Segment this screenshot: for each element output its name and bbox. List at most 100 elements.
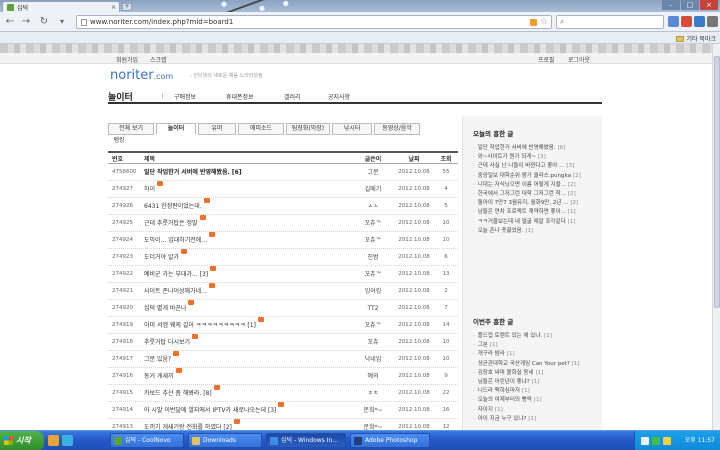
site-logo[interactable]: noriter.com [110,68,173,83]
row-author[interactable]: 잉어킹 [356,283,390,300]
popular-post-link[interactable]: 니드라 맥하심마저[1] [473,387,599,396]
tab-video-music[interactable]: 동영상/음악 [374,123,420,135]
table-row[interactable]: 274920 십덕 볕게 바꾼나 TT2 2012.10.08 7 [108,300,458,317]
tray-icon[interactable] [652,437,660,445]
nav-item-notice[interactable]: 공지사항 [328,92,350,101]
row-title-link[interactable]: 추룻거탑 다시보기 [144,334,354,351]
row-author[interactable]: TT2 [356,300,390,317]
table-row[interactable]: 274926 6431 한정판이었는데. ㅅㅅ 2012.10.08 5 [108,198,458,215]
table-row[interactable]: 274924 도믹이... 입대하기전에... 꼬츄™ 2012.10.08 10 [108,232,458,249]
row-author[interactable]: 꼬츄™ [356,317,390,334]
taskbar-item-coolnovo[interactable]: 십덕 - CoolNovo [110,433,184,448]
row-author[interactable]: 길메기 [356,181,390,198]
table-row[interactable]: 274923 도더거야 알가 진범 2012.10.08 6 [108,249,458,266]
popular-post-link[interactable]: 오늘의 여제부터의 빵력[1] [473,396,599,405]
address-url[interactable]: www.noriter.com/index.php?mid=board1 [90,18,527,26]
popular-post-link[interactable]: 아이 지금 누구 있냐?[1] [473,415,599,424]
address-bar[interactable]: www.noriter.com/index.php?mid=board1 ☆ [76,15,552,29]
table-row[interactable]: 274915 카보드 추산 좀 해봐라. [8] ㅊㅊ 2012.10.08 22 [108,385,458,402]
taskbar-item-downloads[interactable]: Downloads [188,433,262,448]
nav-home[interactable]: 놀이터 [108,90,133,103]
tray-icon[interactable] [641,437,649,445]
rss-icon[interactable] [529,18,537,26]
popular-post-link[interactable]: 남들은 연차 프로젝트 계약하면 좋아...[1] [473,208,599,217]
popular-post-link[interactable]: 와~사이트가 뭔가 되게~[3] [473,153,599,162]
page-scrollbar[interactable] [712,44,720,430]
browser-search-input[interactable]: ⌕ [556,15,664,29]
tab-all[interactable]: 전체 보기 [108,123,154,135]
table-row[interactable]: 274927 하이 길메기 2012.10.08 4 [108,181,458,198]
popular-post-link[interactable]: ㅋㅋ거울보는데 내 얼굴 레알 조각같다[1] [473,218,599,227]
tab-playground[interactable]: 놀이터 [156,123,196,135]
table-row[interactable]: 274921 사이트 존나이상해가네... 잉어킹 2012.10.08 2 [108,283,458,300]
row-title-link[interactable]: 동거 게새끼 [144,368,354,385]
popular-post-link[interactable]: 김장호 싸며 볼화실 동네[1] [473,369,599,378]
scrap-link[interactable]: 스크랩 [150,55,167,64]
back-button[interactable]: ← [4,16,16,28]
row-title-link[interactable]: 예비군 가는 부대가... [3] [144,266,354,283]
extension-icon[interactable] [694,16,705,27]
row-title-link[interactable]: 일단 작업한거 서버에 반영해봤음. [6] [144,164,354,181]
table-row[interactable]: 4756600 일단 작업한거 서버에 반영해봤음. [6] 그분 2012.10.0… [108,164,458,181]
close-window-button[interactable]: × [700,0,718,10]
profile-link[interactable]: 프로필 [538,55,555,64]
row-title-link[interactable]: 사이트 존나이상해가네... [144,283,354,300]
table-row[interactable]: 274922 예비군 가는 부대가... [3] 꼬츄™ 2012.10.08 13 [108,266,458,283]
tab-close-icon[interactable]: × [111,4,116,11]
popular-post-link[interactable]: 그분[1] [473,341,599,350]
tab-humor[interactable]: 유머 [198,123,236,135]
popular-post-link[interactable]: 성균관대학교 국산게임 Can Your pet?[1] [473,360,599,369]
row-author[interactable]: 진범 [356,249,390,266]
popular-post-link[interactable]: 님들은 어린년이 좋냐?[1] [473,378,599,387]
extension-icon[interactable] [668,16,679,27]
row-author[interactable]: 예의 [356,368,390,385]
other-bookmarks-button[interactable]: 기타 북마크 [676,34,716,43]
nav-item-phone[interactable]: 휴대폰정보 [226,92,254,101]
tab-fishing[interactable]: 낚시터 [332,123,372,135]
wrench-icon[interactable] [707,16,718,27]
row-author[interactable]: 꼬츄 [356,334,390,351]
reload-button[interactable]: ↻ [38,16,50,28]
popular-post-link[interactable]: 개구라 밤라[1] [473,350,599,359]
row-author[interactable]: 문희*~ [356,402,390,419]
tab-ranking[interactable]: 랭킹 [108,136,130,148]
tab-makjang[interactable]: 팀장화(막장) [286,123,330,135]
row-title-link[interactable]: 십덕 볕게 바꾼나 [144,300,354,317]
nav-item-purchase[interactable]: 구매정보 [174,92,196,101]
quick-launch-icon[interactable] [62,435,73,446]
row-title-link[interactable]: 근데 추룻거탑은 정말 [144,215,354,232]
popular-post-link[interactable]: 돌아이 7만7 3월유지, 월화9만, 2년 ...[2] [473,199,599,208]
row-title-link[interactable]: 하이 [144,181,354,198]
row-title-link[interactable]: 그분 있음? [144,351,354,368]
row-title-link[interactable]: 이미 서엠 웨케 길어 ㅋㅋㅋㅋㅋㅋㅋㅋㅋ [1] [144,317,354,334]
row-title-link[interactable]: 아 시발 이번달에 열지에서 IPTV가 새로나오는데 [3] [144,402,354,419]
table-row[interactable]: 274918 추룻거탑 다시보기 꼬츄 2012.10.08 10 [108,334,458,351]
taskbar-item-explorer[interactable]: 십덕 - Windows In... [266,433,346,448]
row-author[interactable]: ㅅㅅ [356,198,390,215]
row-title-link[interactable]: 6431 한정판이었는데. [144,198,354,215]
row-author[interactable]: 꼬츄™ [356,215,390,232]
row-title-link[interactable]: 도믹이... 입대하기전에... [144,232,354,249]
logout-link[interactable]: 로그아웃 [568,55,590,64]
extension-icon[interactable] [681,16,692,27]
popular-post-link[interactable]: 근데 사실 난 니들이 바뀐다고 좋아 ...[3] [473,162,599,171]
tab-episode[interactable]: 에피소드 [238,123,284,135]
popular-post-link[interactable]: 한국에서 그저그런 대학 그저그런 학...[2] [473,190,599,199]
bookmark-star-icon[interactable]: ☆ [540,17,548,27]
start-button[interactable]: 시작 [0,431,44,450]
popular-post-link[interactable]: 니대는 자식닝으면 이름 어떻게 지을...[2] [473,181,599,190]
minimize-button[interactable]: – [662,0,680,10]
row-author[interactable]: 꼬츄™ [356,232,390,249]
page-menu-icon[interactable]: ▾ [56,16,68,28]
table-row[interactable]: 274917 그분 있음? 낙네임 2012.10.08 10 [108,351,458,368]
new-tab-button[interactable]: + [122,3,132,11]
table-row[interactable]: 274919 이미 서엠 웨케 길어 ㅋㅋㅋㅋㅋㅋㅋㅋㅋ [1] 꼬츄™ 2012.1… [108,317,458,334]
row-author[interactable]: 꼬츄™ [356,266,390,283]
row-author[interactable]: 낙네임 [356,351,390,368]
table-row[interactable]: 274916 동거 게새끼 예의 2012.10.08 9 [108,368,458,385]
table-row[interactable]: 274925 근데 추룻거탑은 정말 꼬츄™ 2012.10.08 10 [108,215,458,232]
row-author[interactable]: ㅊㅊ [356,385,390,402]
tray-icon[interactable] [663,437,671,445]
forward-button[interactable]: → [20,16,32,28]
maximize-button[interactable]: □ [681,0,699,10]
